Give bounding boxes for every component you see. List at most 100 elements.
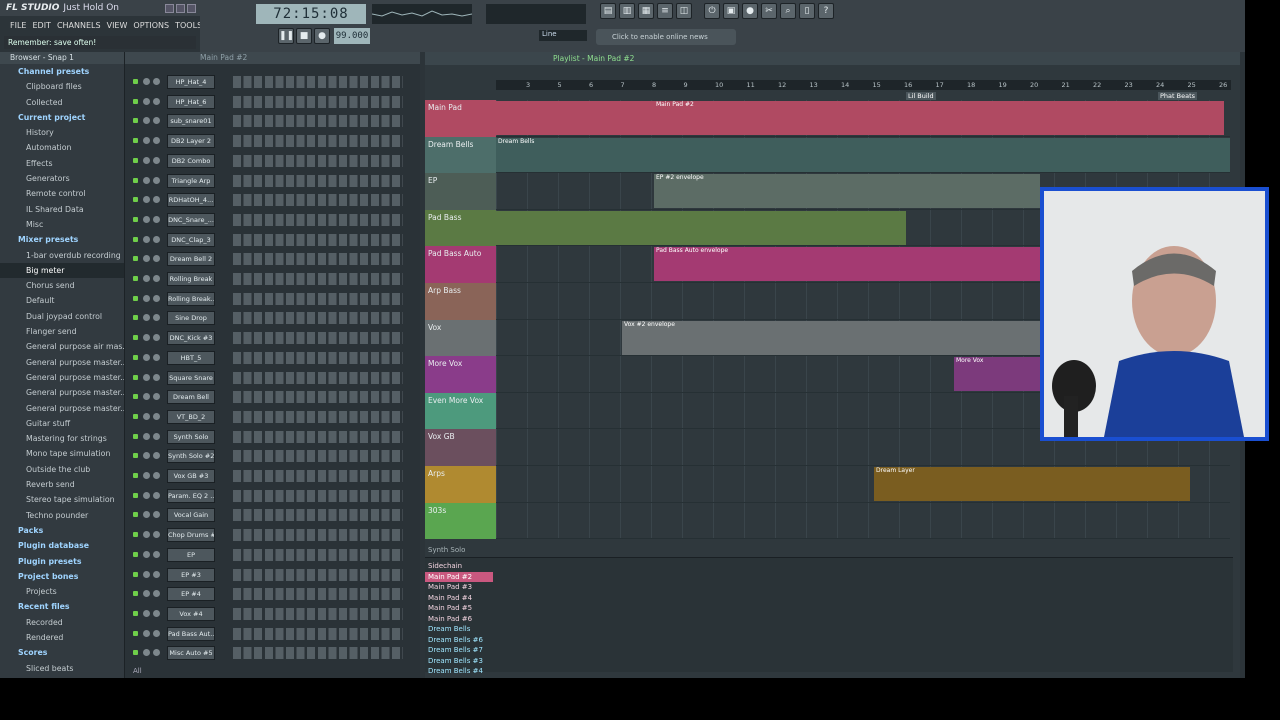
volume-knob[interactable] — [153, 472, 160, 479]
volume-knob[interactable] — [153, 156, 160, 164]
step-sequencer[interactable] — [233, 588, 403, 601]
volume-knob[interactable] — [153, 196, 160, 204]
browser-item[interactable]: Flanger send — [0, 324, 124, 339]
pan-knob[interactable] — [143, 196, 150, 204]
mute-led[interactable] — [133, 335, 138, 341]
browser-item[interactable]: Plugin presets — [0, 554, 124, 569]
volume-knob[interactable] — [153, 570, 160, 578]
step-sequencer[interactable] — [233, 607, 403, 620]
step-sequencer[interactable] — [233, 95, 403, 108]
rack-filter[interactable]: All — [133, 667, 213, 676]
mute-led[interactable] — [133, 610, 138, 616]
browser-item[interactable]: Mono tape simulation — [0, 446, 124, 461]
channel-name-button[interactable]: DB2 Combo — [167, 153, 215, 168]
step-sequencer[interactable] — [233, 450, 403, 463]
playlist-clip[interactable] — [496, 101, 654, 135]
browser-item[interactable]: Dual joypad control — [0, 309, 124, 324]
pan-knob[interactable] — [143, 452, 150, 460]
step-sequencer[interactable] — [233, 115, 403, 128]
mute-led[interactable] — [133, 413, 138, 419]
maximize-icon[interactable] — [176, 3, 185, 13]
channel-name-button[interactable]: Synth Solo — [167, 429, 215, 444]
browser-item[interactable]: Projects — [0, 584, 124, 599]
track-header[interactable]: Pad Bass Auto — [425, 246, 496, 283]
close-icon[interactable] — [187, 3, 196, 13]
tempo-display[interactable]: 99.000 — [334, 28, 370, 44]
pan-knob[interactable] — [143, 334, 150, 342]
pan-knob[interactable] — [143, 275, 150, 282]
mute-led[interactable] — [133, 374, 138, 380]
channel-list-item[interactable]: Dream Bells #6 — [425, 635, 493, 646]
browser-item[interactable]: Scores — [0, 645, 124, 660]
browser-item[interactable]: Plugin database — [0, 538, 124, 553]
track-header[interactable]: Pad Bass — [425, 209, 496, 247]
pan-knob[interactable] — [143, 511, 150, 519]
volume-knob[interactable] — [153, 590, 160, 598]
pan-knob[interactable] — [143, 294, 150, 302]
browser-item[interactable]: General purpose master... — [0, 355, 124, 370]
channel-name-button[interactable]: Vox GB #3 — [167, 469, 215, 483]
mute-led[interactable] — [133, 354, 138, 360]
volume-knob[interactable] — [153, 117, 160, 125]
search-icon[interactable]: ⌕ — [780, 3, 796, 19]
browser-item[interactable]: Mixer presets — [0, 232, 124, 247]
mute-led[interactable] — [133, 236, 138, 242]
plugin-icon[interactable]: ◫ — [676, 3, 692, 19]
mute-led[interactable] — [133, 512, 138, 518]
timeline-ruler[interactable]: 3 5 6 7 8 9 10 11 12 13 14 15 16 17 18 19 20 21 22 23 24 25 26… — [496, 80, 1231, 90]
channel-list-item[interactable]: Main Pad #2 — [425, 571, 493, 582]
book-icon[interactable]: ▯ — [799, 3, 815, 19]
menu-options[interactable]: OPTIONS — [133, 21, 169, 30]
pan-knob[interactable] — [143, 255, 150, 263]
stop-icon[interactable]: ■ — [296, 28, 312, 44]
menu-edit[interactable]: EDIT — [32, 21, 50, 30]
mute-led[interactable] — [133, 473, 138, 478]
piano-roll-icon[interactable]: ▥ — [619, 3, 635, 19]
step-sequencer[interactable] — [233, 568, 403, 581]
channel-name-button[interactable]: Chop Drums #4 — [167, 528, 215, 543]
step-sequencer[interactable] — [233, 273, 403, 285]
volume-knob[interactable] — [153, 649, 160, 657]
step-sequencer[interactable] — [233, 351, 403, 364]
playlist-icon[interactable]: ▤ — [600, 3, 616, 19]
pan-knob[interactable] — [143, 472, 150, 479]
pan-knob[interactable] — [143, 176, 150, 184]
volume-knob[interactable] — [153, 353, 160, 361]
step-sequencer[interactable] — [233, 233, 403, 246]
step-sequencer[interactable] — [233, 489, 403, 502]
playlist-clip[interactable]: Dream Bells — [496, 137, 1230, 172]
browser-item[interactable]: Sliced beats — [0, 661, 124, 676]
channel-name-button[interactable]: Synth Solo #2 — [167, 449, 215, 464]
mute-led[interactable] — [133, 157, 138, 163]
save-icon[interactable]: ▣ — [723, 3, 739, 19]
channel-name-button[interactable]: RDHatOH_4... — [167, 193, 215, 208]
volume-knob[interactable] — [153, 137, 160, 145]
browser-item[interactable]: Guitar stuff — [0, 416, 124, 431]
browser-item[interactable]: 1-bar overdub recording — [0, 248, 124, 263]
mute-led[interactable] — [133, 630, 138, 636]
browser-item[interactable]: History — [0, 125, 124, 140]
track-header[interactable]: Arp Bass — [425, 283, 496, 320]
playlist-clip[interactable] — [496, 210, 906, 245]
volume-knob[interactable] — [153, 176, 160, 184]
mute-led[interactable] — [133, 532, 138, 538]
playlist-clip[interactable]: Vox #2 envelope — [622, 320, 1040, 355]
track-header[interactable]: More Vox — [425, 356, 496, 393]
pan-knob[interactable] — [143, 550, 150, 558]
volume-knob[interactable] — [153, 452, 160, 460]
browser-item[interactable]: Chorus send — [0, 278, 124, 293]
channel-list-item[interactable]: Main Pad #3 — [425, 582, 493, 593]
browser-item[interactable]: Channel presets — [0, 64, 124, 79]
channel-list-item[interactable]: Dream Bells #3 — [425, 656, 493, 667]
step-sequencer[interactable] — [233, 371, 403, 384]
track-header[interactable]: Arps — [425, 466, 496, 503]
volume-knob[interactable] — [153, 275, 160, 282]
browser-item[interactable]: Recent files — [0, 599, 124, 614]
browser-item[interactable]: Automation — [0, 140, 124, 155]
pan-knob[interactable] — [143, 137, 150, 145]
mute-led[interactable] — [133, 276, 138, 281]
channel-list-item[interactable]: Sidechain — [425, 561, 493, 572]
mute-led[interactable] — [133, 571, 138, 577]
volume-knob[interactable] — [153, 373, 160, 381]
menu-file[interactable]: FILE — [10, 21, 26, 30]
